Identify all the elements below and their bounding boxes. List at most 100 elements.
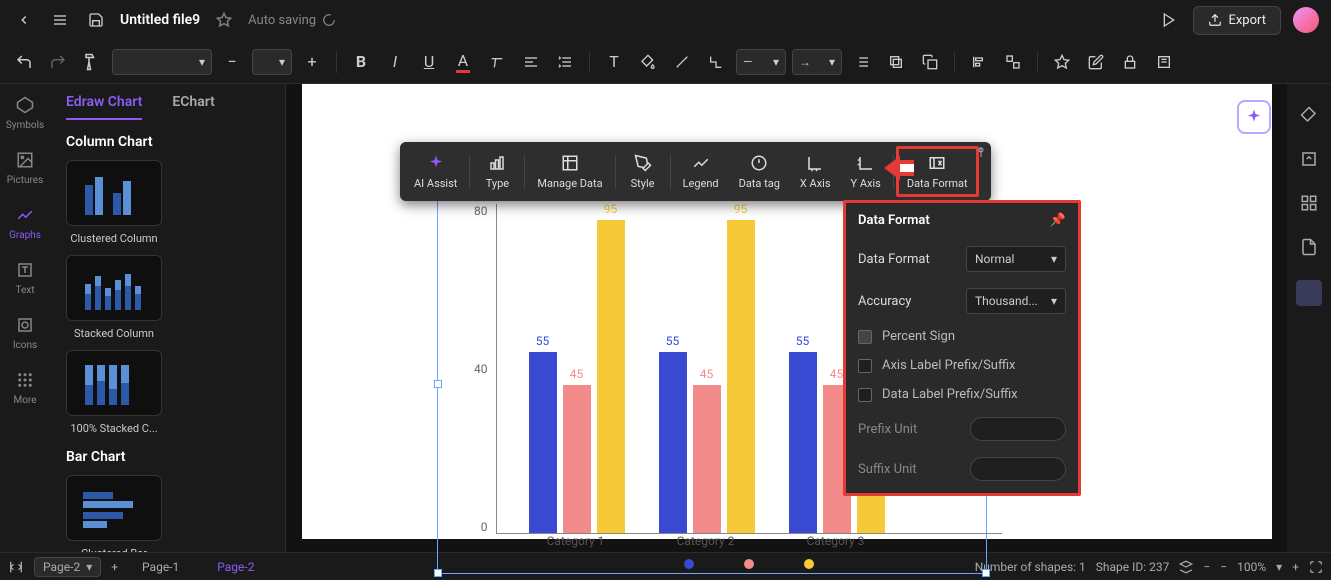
list-button[interactable] bbox=[848, 48, 876, 76]
section-column-chart: Column Chart bbox=[50, 120, 285, 160]
rail-more[interactable]: More bbox=[0, 369, 50, 406]
lock-button[interactable] bbox=[1116, 48, 1144, 76]
star-icon[interactable] bbox=[212, 8, 236, 32]
top-bar: Untitled file9 Auto saving Export bbox=[0, 0, 1331, 40]
page-select[interactable]: Page-2▾ bbox=[34, 557, 101, 577]
shape-id: Shape ID: 237 bbox=[1096, 560, 1170, 574]
side-panel: Edraw Chart EChart Column Chart Clustere… bbox=[50, 84, 286, 552]
panel-icon[interactable] bbox=[1296, 280, 1322, 306]
left-rail: Symbols Pictures Graphs Text Icons More bbox=[0, 84, 50, 552]
df-prefix-label: Prefix Unit bbox=[858, 422, 917, 437]
df-axis-check[interactable]: Axis Label Prefix/Suffix bbox=[846, 351, 1078, 380]
connector-button[interactable] bbox=[702, 48, 730, 76]
underline-button[interactable]: U bbox=[415, 48, 443, 76]
rail-symbols[interactable]: Symbols bbox=[0, 94, 50, 131]
font-increase-button[interactable]: + bbox=[298, 48, 326, 76]
play-button[interactable] bbox=[1157, 8, 1181, 32]
ctx-pin-icon[interactable] bbox=[975, 146, 987, 158]
ctx-manage-data[interactable]: Manage Data bbox=[527, 147, 612, 196]
ctx-ai-assist[interactable]: AI Assist bbox=[404, 147, 467, 196]
df-prefix-input[interactable] bbox=[970, 417, 1066, 441]
right-rail bbox=[1287, 84, 1331, 552]
df-percent-check[interactable]: Percent Sign bbox=[846, 322, 1078, 351]
layer-button[interactable] bbox=[882, 48, 910, 76]
font-color-button[interactable]: A bbox=[449, 48, 477, 76]
chart-stacked-column[interactable]: Stacked Column bbox=[64, 255, 164, 340]
page-tab-1[interactable]: Page-1 bbox=[128, 560, 193, 574]
back-button[interactable] bbox=[12, 8, 36, 32]
data-format-panel: Data Format 📌 Data Format Normal▾ Accura… bbox=[843, 200, 1081, 496]
paint-bucket-icon[interactable] bbox=[1298, 104, 1320, 126]
copy-button[interactable] bbox=[916, 48, 944, 76]
df-suffix-input[interactable] bbox=[970, 457, 1066, 481]
format-toolbar: ▾ − ▾ + B I U A T —▾ →▾ bbox=[0, 40, 1331, 84]
ctx-legend[interactable]: Legend bbox=[673, 147, 729, 196]
ctx-data-tag[interactable]: Data tag bbox=[729, 147, 790, 196]
format-painter-button[interactable] bbox=[78, 48, 106, 76]
italic-button[interactable]: I bbox=[381, 48, 409, 76]
export-icon[interactable] bbox=[1298, 148, 1320, 170]
fullscreen-button[interactable] bbox=[1309, 560, 1323, 574]
ctx-style[interactable]: Style bbox=[618, 147, 668, 196]
save-icon[interactable] bbox=[84, 8, 108, 32]
menu-button[interactable] bbox=[48, 8, 72, 32]
fill-button[interactable] bbox=[634, 48, 662, 76]
more-tools-button[interactable] bbox=[1150, 48, 1178, 76]
group-button[interactable] bbox=[999, 48, 1027, 76]
df-format-select[interactable]: Normal▾ bbox=[966, 246, 1066, 272]
rail-icons[interactable]: Icons bbox=[0, 314, 50, 351]
x-axis-labels: Category 1Category 2Category 3 bbox=[496, 534, 1002, 554]
line-style-select[interactable]: —▾ bbox=[736, 49, 786, 75]
ctx-x-axis[interactable]: X Axis bbox=[790, 147, 841, 196]
annotation-arrow bbox=[884, 156, 914, 180]
zoom-level: 100% bbox=[1237, 560, 1266, 574]
user-avatar[interactable] bbox=[1293, 7, 1319, 33]
text-tool-button[interactable]: T bbox=[600, 48, 628, 76]
zoom-in-button[interactable]: + bbox=[1292, 560, 1299, 574]
section-bar-chart: Bar Chart bbox=[50, 435, 285, 475]
document-icon[interactable] bbox=[1298, 236, 1320, 258]
line-spacing-button[interactable] bbox=[551, 48, 579, 76]
chart-legend bbox=[496, 554, 1002, 574]
redo-button[interactable] bbox=[44, 48, 72, 76]
tab-echart[interactable]: EChart bbox=[172, 94, 214, 120]
undo-button[interactable] bbox=[10, 48, 38, 76]
font-select[interactable]: ▾ bbox=[112, 49, 212, 75]
zoom-out-button[interactable]: − bbox=[1220, 560, 1227, 574]
df-suffix-label: Suffix Unit bbox=[858, 462, 917, 477]
font-decrease-button[interactable]: − bbox=[218, 48, 246, 76]
df-data-check[interactable]: Data Label Prefix/Suffix bbox=[846, 380, 1078, 409]
df-accuracy-label: Accuracy bbox=[858, 294, 911, 309]
edit-button[interactable] bbox=[1082, 48, 1110, 76]
arrow-style-select[interactable]: →▾ bbox=[792, 49, 842, 75]
effects-button[interactable] bbox=[1048, 48, 1076, 76]
ctx-type[interactable]: Type bbox=[472, 147, 522, 196]
line-button[interactable] bbox=[668, 48, 696, 76]
df-title: Data Format bbox=[858, 213, 930, 228]
ai-assist-fab[interactable] bbox=[1237, 100, 1271, 134]
chart-clustered-column[interactable]: Clustered Column bbox=[64, 160, 164, 245]
y-axis: 80 40 0 bbox=[462, 204, 492, 534]
align-objects-button[interactable] bbox=[965, 48, 993, 76]
rail-graphs[interactable]: Graphs bbox=[0, 204, 50, 241]
page-tab-2[interactable]: Page-2 bbox=[203, 560, 268, 574]
add-page-button[interactable]: + bbox=[111, 560, 118, 574]
file-title: Untitled file9 bbox=[120, 12, 200, 28]
font-size-select[interactable]: ▾ bbox=[252, 49, 292, 75]
df-accuracy-select[interactable]: Thousand...▾ bbox=[966, 288, 1066, 314]
autosave-status: Auto saving bbox=[248, 13, 336, 28]
chart-100-stacked-column[interactable]: 100% Stacked C... bbox=[64, 350, 164, 435]
tab-edraw-chart[interactable]: Edraw Chart bbox=[66, 94, 142, 120]
align-h-button[interactable] bbox=[517, 48, 545, 76]
grid-icon[interactable] bbox=[1298, 192, 1320, 214]
chart-clustered-bar[interactable]: Clustered Bar bbox=[64, 475, 164, 552]
clear-format-button[interactable] bbox=[483, 48, 511, 76]
export-button[interactable]: Export bbox=[1193, 6, 1281, 35]
rail-text[interactable]: Text bbox=[0, 259, 50, 296]
df-format-label: Data Format bbox=[858, 252, 930, 267]
layers-icon[interactable] bbox=[1179, 560, 1193, 574]
rail-pictures[interactable]: Pictures bbox=[0, 149, 50, 186]
page-width-icon[interactable] bbox=[8, 559, 24, 575]
pin-icon[interactable]: 📌 bbox=[1050, 213, 1066, 228]
bold-button[interactable]: B bbox=[347, 48, 375, 76]
